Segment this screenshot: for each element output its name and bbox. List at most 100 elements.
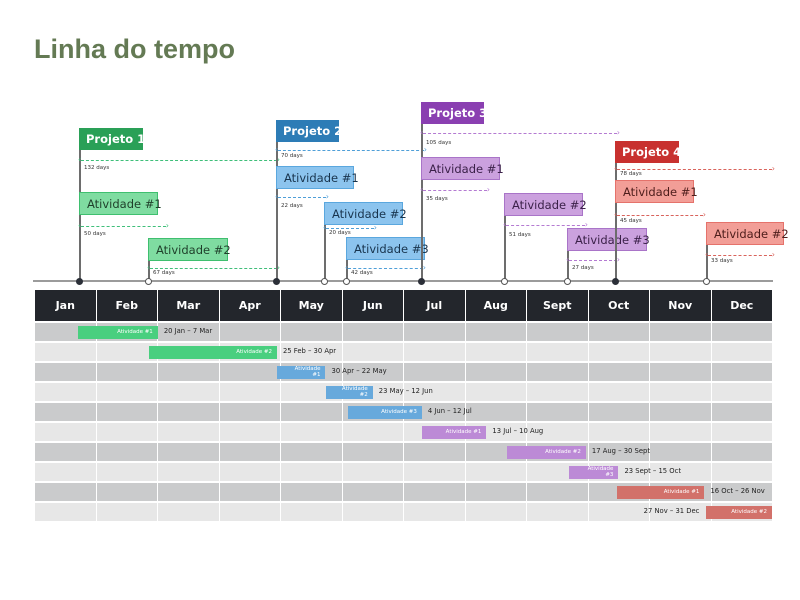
activity-flag[interactable]: Atividade #3 [567, 228, 650, 251]
milestone-dot[interactable] [418, 278, 425, 285]
milestone-dot[interactable] [76, 278, 83, 285]
table-cell [711, 463, 772, 481]
arrow-left-icon: ‹ [566, 255, 570, 264]
activity-flag[interactable]: Atividade #1 [615, 180, 698, 203]
duration-arrow: ‹ › [705, 251, 775, 259]
table-row [35, 343, 772, 361]
arrow-left-icon: ‹ [345, 263, 349, 272]
table-cell [96, 443, 158, 461]
arrow-left-icon: ‹ [275, 192, 279, 201]
arrow-left-icon: ‹ [420, 128, 424, 137]
table-cell [35, 483, 97, 501]
milestone-dot[interactable] [703, 278, 710, 285]
gantt-bar[interactable]: Atividade #1 [421, 425, 487, 439]
arrow-left-icon: ‹ [275, 145, 279, 154]
arrow-right-icon: › [616, 128, 620, 137]
gantt-bar[interactable]: Atividade #2 [325, 385, 373, 399]
arrow-left-icon: ‹ [323, 223, 327, 232]
month-header-aug: Aug [465, 290, 527, 321]
table-cell [404, 483, 466, 501]
arrow-right-icon: › [422, 263, 426, 272]
arrow-right-icon: › [771, 250, 775, 259]
duration-label: 27 days [572, 265, 594, 271]
date-range-label: 27 Nov – 31 Dec [643, 507, 700, 515]
table-cell [404, 343, 466, 361]
table-cell [158, 483, 220, 501]
activity-flag[interactable]: Atividade #2 [148, 238, 231, 261]
project-flag[interactable]: Projeto 2 [276, 120, 342, 142]
table-cell [527, 343, 589, 361]
duration-label: 70 days [281, 153, 303, 159]
date-range-label: 25 Feb – 30 Apr [282, 347, 337, 355]
gantt-table: Jan Feb Mar Apr May Jun Jul Aug Sept Oct Nov Dec At… [35, 290, 772, 521]
table-cell [650, 363, 712, 381]
table-cell [342, 443, 404, 461]
duration-label: 50 days [84, 231, 106, 237]
table-cell [96, 423, 158, 441]
milestone-dot[interactable] [321, 278, 328, 285]
date-range-label: 16 Oct – 26 Nov [710, 487, 765, 495]
arrow-left-icon: ‹ [147, 263, 151, 272]
date-range-label: 4 Jun – 12 Jul [427, 407, 472, 415]
table-cell [219, 503, 281, 521]
gantt-bar[interactable]: Atividade #1 [77, 325, 158, 339]
table-cell [588, 403, 650, 421]
date-range-label: 30 Apr – 22 May [331, 367, 387, 375]
milestone-dot[interactable] [273, 278, 280, 285]
activity-flag[interactable]: Atividade #1 [79, 192, 162, 215]
activity-flag[interactable]: Atividade #1 [421, 157, 504, 180]
arrow-right-icon: › [486, 185, 490, 194]
table-cell [35, 363, 97, 381]
table-cell [711, 363, 772, 381]
gantt-bar[interactable]: Atividade #2 [705, 505, 772, 519]
arrow-left-icon: ‹ [420, 185, 424, 194]
arrow-left-icon: ‹ [614, 210, 618, 219]
milestone-dot[interactable] [145, 278, 152, 285]
table-cell [219, 363, 281, 381]
table-cell [711, 443, 772, 461]
project-flag[interactable]: Projeto 3 [421, 102, 487, 124]
milestone-dot[interactable] [343, 278, 350, 285]
table-cell [465, 463, 527, 481]
table-cell [158, 463, 220, 481]
milestone-dot[interactable] [501, 278, 508, 285]
milestone-dot[interactable] [612, 278, 619, 285]
date-range-label: 13 Jul – 10 Aug [492, 427, 544, 435]
duration-label: 45 days [620, 218, 642, 224]
table-cell [281, 423, 343, 441]
table-cell [404, 363, 466, 381]
table-cell [219, 383, 281, 401]
gantt-bar[interactable]: Atividade #2 [148, 345, 277, 359]
gantt-bar[interactable]: Atividade #1 [616, 485, 705, 499]
duration-arrow: ‹ › [275, 146, 427, 154]
gantt-bar[interactable]: Atividade #2 [506, 445, 586, 459]
table-cell [465, 343, 527, 361]
table-cell [158, 403, 220, 421]
gantt-bar[interactable]: Atividade #1 [276, 365, 326, 379]
table-row [35, 443, 772, 461]
activity-flag[interactable]: Atividade #2 [706, 222, 789, 245]
month-header-apr: Apr [219, 290, 281, 321]
duration-arrow: ‹ › [78, 156, 280, 164]
milestone-dot[interactable] [564, 278, 571, 285]
activity-flag[interactable]: Atividade #1 [276, 166, 359, 189]
project-flag[interactable]: Projeto 1 [79, 128, 145, 150]
gantt-bar[interactable]: Atividade #3 [348, 405, 422, 419]
gantt-bar[interactable]: Atividade #3 [569, 465, 619, 479]
month-header-jun: Jun [342, 290, 404, 321]
table-cell [342, 423, 404, 441]
duration-arrow: ‹ › [614, 211, 706, 219]
month-header-dec: Dec [711, 290, 772, 321]
activity-flag[interactable]: Atividade #3 [346, 237, 429, 260]
project-flag[interactable]: Projeto 4 [615, 141, 681, 163]
table-cell [96, 383, 158, 401]
duration-label: 22 days [281, 203, 303, 209]
activity-flag[interactable]: Atividade #2 [504, 193, 587, 216]
activity-flag[interactable]: Atividade #2 [324, 202, 407, 225]
month-header-may: May [281, 290, 343, 321]
table-cell [588, 343, 650, 361]
table-cell [35, 383, 97, 401]
duration-label: 33 days [711, 258, 733, 264]
duration-label: 35 days [426, 196, 448, 202]
table-cell [711, 323, 772, 341]
